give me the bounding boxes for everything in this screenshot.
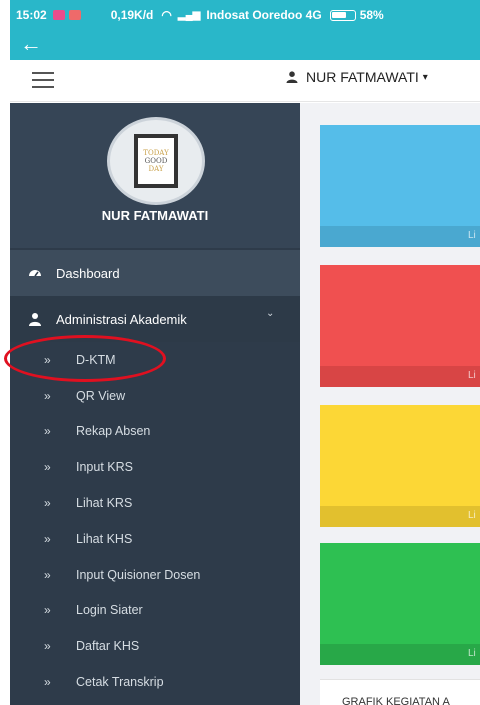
card-footer-label: Li — [468, 230, 476, 241]
submenu-item-label: Input Quisioner Dosen — [76, 567, 201, 582]
highlight-annotation — [4, 335, 166, 382]
notification-icon — [68, 10, 81, 20]
status-carrier: Indosat Ooredoo 4G — [206, 8, 322, 22]
wifi-icon: ◠ — [161, 8, 172, 22]
dashboard-icon — [29, 270, 41, 277]
user-profile: TODAY GOOD DAY NUR FATMAWATI — [10, 103, 300, 248]
submenu-item-cetak-transkrip[interactable]: » Cetak Transkrip — [10, 664, 300, 700]
user-name: NUR FATMAWATI — [306, 69, 419, 85]
double-chevron-icon: » — [44, 531, 51, 546]
submenu-item-qr-view[interactable]: » QR View — [10, 378, 300, 414]
submenu-item-rekap-absen[interactable]: » Rekap Absen — [10, 414, 300, 450]
submenu-item-label: Input KRS — [76, 460, 133, 475]
sidebar-item-dashboard[interactable]: Dashboard — [10, 250, 300, 296]
submenu-item-label: Login Siater — [76, 603, 143, 618]
app-bar: ← — [10, 30, 480, 60]
avatar-text: TODAY — [143, 149, 169, 157]
submenu-item-label: QR View — [76, 388, 126, 403]
status-bar: 15:02 0,19K/d ◠ ▂▄▆ Indosat Ooredoo 4G 5… — [10, 0, 480, 30]
avatar: TODAY GOOD DAY — [107, 117, 205, 205]
user-icon — [29, 313, 41, 326]
chart-panel-title: GRAFIK KEGIATAN A — [342, 696, 450, 705]
info-card[interactable]: Li — [320, 265, 480, 387]
battery-icon — [329, 9, 356, 21]
double-chevron-icon: » — [44, 567, 51, 582]
avatar-picture: TODAY GOOD DAY — [134, 134, 178, 188]
double-chevron-icon: » — [44, 675, 51, 690]
sidebar-item-label: Dashboard — [56, 265, 120, 281]
sidebar-item-administrasi-akademik[interactable]: Administrasi Akademik ⌄ — [10, 296, 300, 342]
card-footer[interactable]: Li — [320, 506, 480, 527]
info-card[interactable]: Li — [320, 405, 480, 527]
card-footer-label: Li — [468, 510, 476, 521]
double-chevron-icon: » — [44, 639, 51, 654]
submenu-item-lihat-khs[interactable]: » Lihat KHS — [10, 521, 300, 557]
submenu-item-label: Daftar KHS — [76, 639, 140, 654]
card-footer-label: Li — [468, 370, 476, 381]
notification-icon — [52, 10, 65, 20]
submenu-item-label: Rekap Absen — [76, 424, 151, 439]
card-footer[interactable]: Li — [320, 644, 480, 665]
arrow-left-icon[interactable]: ← — [20, 33, 42, 55]
submenu-item-login-siater[interactable]: » Login Siater — [10, 593, 300, 629]
submenu-item-lihat-krs[interactable]: » Lihat KRS — [10, 485, 300, 521]
user-icon — [286, 71, 298, 83]
chevron-down-icon: ⌄ — [266, 308, 275, 319]
signal-icon: ▂▄▆ — [177, 9, 201, 21]
submenu-item-input-quisioner-dosen[interactable]: » Input Quisioner Dosen — [10, 557, 300, 593]
chart-panel: GRAFIK KEGIATAN A — [320, 679, 480, 705]
status-time: 15:02 — [16, 8, 47, 22]
status-battery: 58% — [359, 8, 384, 22]
submenu-item-input-krs[interactable]: » Input KRS — [10, 449, 300, 485]
user-dropdown[interactable]: NUR FATMAWATI ▾ — [286, 69, 428, 85]
app-frame: 15:02 0,19K/d ◠ ▂▄▆ Indosat Ooredoo 4G 5… — [0, 0, 480, 705]
sidebar-item-label: Administrasi Akademik — [56, 311, 187, 327]
top-navbar: NUR FATMAWATI ▾ — [10, 60, 480, 102]
double-chevron-icon: » — [44, 388, 51, 403]
submenu-item-label: Lihat KHS — [76, 531, 133, 546]
submenu-item-label: Lihat KRS — [76, 496, 133, 511]
double-chevron-icon: » — [44, 460, 51, 475]
hamburger-icon[interactable] — [32, 72, 54, 88]
info-card[interactable]: Li — [320, 543, 480, 665]
sidebar: TODAY GOOD DAY NUR FATMAWATI Dashboard A… — [10, 103, 300, 705]
avatar-text: DAY — [148, 165, 164, 173]
double-chevron-icon: » — [44, 424, 51, 439]
submenu-item-daftar-khs[interactable]: » Daftar KHS — [10, 628, 300, 664]
card-footer-label: Li — [468, 648, 476, 659]
info-card[interactable]: Li — [320, 125, 480, 247]
chevron-down-icon: ▾ — [422, 71, 428, 83]
double-chevron-icon: » — [44, 496, 51, 511]
avatar-text: GOOD — [144, 157, 168, 165]
profile-name: NUR FATMAWATI — [101, 208, 209, 223]
card-footer[interactable]: Li — [320, 226, 480, 247]
submenu: » D-KTM » QR View » Rekap Absen » Input … — [10, 342, 300, 700]
card-footer[interactable]: Li — [320, 366, 480, 387]
double-chevron-icon: » — [44, 603, 51, 618]
main-content: Li Li Li Li GRAFIK KEGIATAN A — [300, 103, 480, 705]
status-speed: 0,19K/d — [110, 8, 154, 22]
submenu-item-label: Cetak Transkrip — [76, 675, 164, 690]
